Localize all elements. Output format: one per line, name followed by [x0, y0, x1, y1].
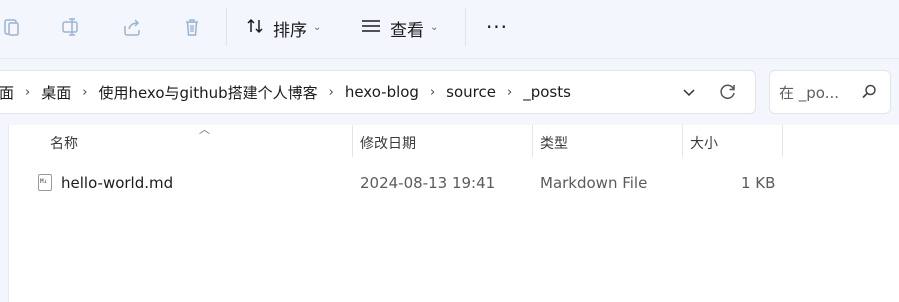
file-modified: 2024-08-13 19:41 — [360, 174, 496, 192]
chevron-down-icon: ⌄ — [430, 21, 439, 33]
address-bar[interactable]: 面 › 桌面 › 使用hexo与github搭建个人博客 › hexo-blog… — [0, 70, 756, 114]
search-input[interactable]: 在 _po... — [779, 82, 839, 103]
address-history-chevron-icon[interactable] — [679, 82, 699, 102]
breadcrumb-item-hexo-blog[interactable]: hexo-blog — [341, 83, 423, 101]
breadcrumb: 面 › 桌面 › 使用hexo与github搭建个人博客 › hexo-blog… — [0, 71, 575, 113]
column-header-modified[interactable]: 修改日期 — [360, 133, 416, 153]
column-header-name[interactable]: 名称 — [50, 133, 78, 153]
search-box[interactable]: 在 _po... — [769, 70, 891, 114]
delete-icon[interactable] — [176, 12, 208, 42]
breadcrumb-item-folder[interactable]: 使用hexo与github搭建个人博客 — [94, 82, 321, 103]
chevron-down-icon: ⌄ — [313, 21, 322, 33]
search-icon[interactable] — [860, 83, 878, 101]
breadcrumb-item-posts[interactable]: _posts — [519, 83, 575, 101]
more-options-button[interactable]: ··· — [484, 14, 510, 40]
column-divider[interactable] — [532, 125, 533, 157]
column-headers: ︿ 名称 修改日期 类型 大小 — [9, 123, 899, 157]
command-bar: 排序 ⌄ 查看 ⌄ ··· — [0, 0, 899, 59]
chevron-right-icon[interactable]: › — [500, 85, 519, 100]
breadcrumb-item[interactable]: 面 — [0, 82, 18, 103]
toolbar-divider — [465, 8, 466, 46]
sort-button[interactable]: 排序 ⌄ — [245, 11, 321, 45]
share-icon[interactable] — [116, 12, 148, 42]
navigation-pane — [0, 125, 9, 302]
file-row[interactable]: M↓ hello-world.md 2024-08-13 19:41 Markd… — [36, 170, 796, 196]
refresh-icon[interactable] — [717, 81, 739, 103]
toolbar-divider — [226, 8, 227, 46]
address-bar-row: 面 › 桌面 › 使用hexo与github搭建个人博客 › hexo-blog… — [0, 59, 899, 125]
sort-label: 排序 — [273, 20, 307, 41]
breadcrumb-item-desktop[interactable]: 桌面 — [37, 82, 75, 103]
file-list-pane: ︿ 名称 修改日期 类型 大小 M↓ hello-world.md 2024-0… — [0, 123, 899, 302]
sort-ascending-icon: ︿ — [199, 123, 210, 136]
sort-icon — [245, 16, 265, 41]
column-divider[interactable] — [682, 125, 683, 157]
markdown-file-icon: M↓ — [38, 174, 52, 191]
view-label: 查看 — [390, 20, 424, 41]
view-icon — [360, 16, 382, 41]
chevron-right-icon[interactable]: › — [423, 85, 442, 100]
column-divider[interactable] — [352, 125, 353, 157]
breadcrumb-item-source[interactable]: source — [442, 83, 500, 101]
chevron-right-icon[interactable]: › — [75, 85, 94, 100]
paste-icon[interactable] — [0, 12, 28, 42]
file-size: 1 KB — [741, 174, 776, 192]
chevron-right-icon[interactable]: › — [322, 85, 341, 100]
view-button[interactable]: 查看 ⌄ — [360, 11, 438, 45]
column-divider[interactable] — [782, 125, 783, 157]
file-type: Markdown File — [540, 174, 648, 192]
rename-icon[interactable] — [55, 12, 87, 42]
column-header-size[interactable]: 大小 — [690, 133, 718, 153]
column-header-type[interactable]: 类型 — [540, 133, 568, 153]
file-name: hello-world.md — [61, 174, 174, 192]
chevron-right-icon[interactable]: › — [18, 85, 37, 100]
